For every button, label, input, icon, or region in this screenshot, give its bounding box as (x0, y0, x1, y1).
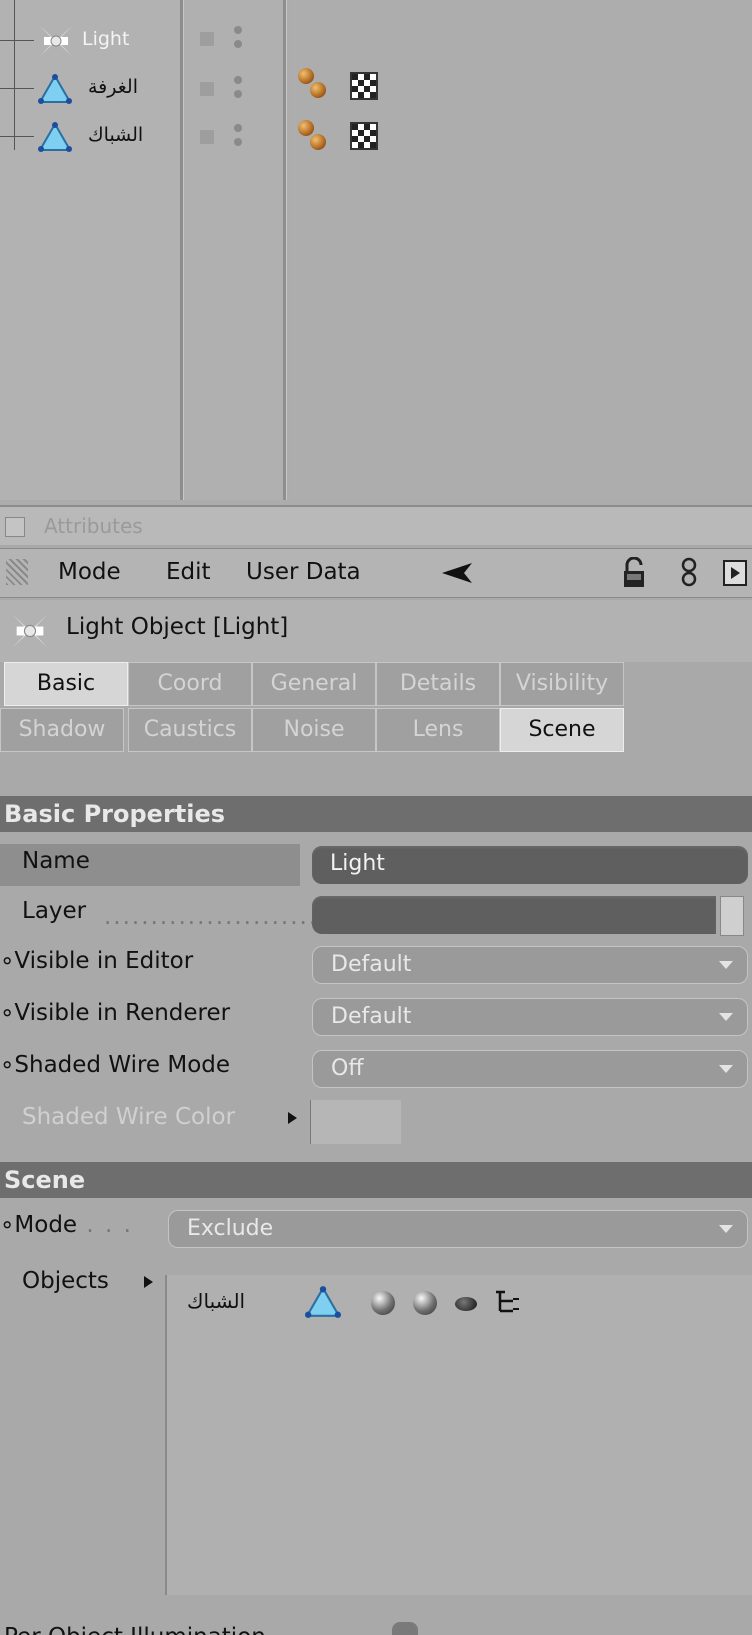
polygon-object-icon (305, 1286, 341, 1318)
object-title: Light Object [Light] (66, 614, 289, 640)
property-visible-renderer: ∘Visible in Renderer Default (0, 994, 752, 1040)
chevron-down-icon (719, 1065, 733, 1073)
shaded-wire-label: ∘Shaded Wire Mode (0, 1052, 231, 1078)
objects-label: Objects (22, 1268, 109, 1294)
layer-label: Layer (22, 898, 87, 924)
light-icon (12, 614, 48, 648)
tab-details[interactable]: Details (376, 662, 500, 706)
tab-caustics[interactable]: Caustics (128, 708, 252, 752)
menu-edit[interactable]: Edit (166, 559, 211, 585)
layer-toggle-icon[interactable] (200, 82, 214, 96)
new-panel-icon[interactable] (722, 559, 748, 587)
property-per-object-illumination: Per Object Illumination (0, 1612, 752, 1635)
tab-visibility[interactable]: Visibility (500, 662, 624, 706)
layer-toggle-icon[interactable] (200, 32, 214, 46)
layer-spinner-icon[interactable] (720, 896, 744, 936)
visible-renderer-select[interactable]: Default (312, 998, 748, 1036)
editor-visibility-dot[interactable] (234, 26, 242, 34)
link-icon[interactable] (680, 557, 698, 589)
texture-tag-icon[interactable] (350, 122, 378, 150)
material-tag-icon[interactable] (310, 134, 326, 150)
mode-select[interactable]: Exclude (168, 1210, 748, 1248)
visible-editor-select[interactable]: Default (312, 946, 748, 984)
object-name: الغرفة (88, 76, 138, 98)
lock-icon[interactable] (622, 557, 646, 589)
grip-icon[interactable] (6, 559, 28, 585)
object-name: Light (82, 28, 130, 50)
tab-noise[interactable]: Noise (252, 708, 376, 752)
color-swatch[interactable] (310, 1100, 401, 1144)
name-label: Name (22, 848, 90, 874)
checkbox[interactable] (392, 1622, 418, 1635)
per-object-illumination-label: Per Object Illumination (4, 1624, 266, 1635)
shaded-wire-color-label: Shaded Wire Color (22, 1104, 236, 1130)
mode-label: ∘Mode . . . (0, 1212, 133, 1238)
expand-arrow-icon[interactable] (288, 1112, 297, 1124)
tab-shadow[interactable]: Shadow (0, 708, 124, 752)
texture-tag-icon[interactable] (350, 72, 378, 100)
object-name: الشباك (88, 124, 144, 146)
shaded-wire-select[interactable]: Off (312, 1050, 748, 1088)
column-divider[interactable] (283, 0, 286, 500)
back-arrow-icon[interactable] (440, 561, 474, 585)
layer-toggle-icon[interactable] (200, 130, 214, 144)
tab-basic[interactable]: Basic (4, 662, 128, 706)
chevron-down-icon (719, 1013, 733, 1021)
material-tag-icon[interactable] (310, 82, 326, 98)
polygon-object-icon (38, 122, 72, 152)
attributes-panel-header: Attributes (0, 507, 752, 545)
object-row-window[interactable]: الشباك (0, 116, 180, 156)
list-item[interactable]: الشباك (167, 1275, 752, 1327)
object-flags-column (183, 0, 283, 500)
attributes-menubar: Mode Edit User Data (0, 548, 752, 598)
property-visible-editor: ∘Visible in Editor Default (0, 942, 752, 988)
illumination-toggle-icon[interactable] (371, 1291, 395, 1315)
shadow-casting-icon[interactable] (455, 1297, 477, 1311)
object-row-room[interactable]: الغرفة (0, 68, 180, 108)
material-tag-icon[interactable] (298, 68, 314, 84)
render-visibility-dot[interactable] (234, 90, 242, 98)
section-scene[interactable]: Scene (0, 1162, 752, 1198)
expand-arrow-icon[interactable] (144, 1276, 153, 1288)
objects-list[interactable]: الشباك (165, 1275, 752, 1595)
property-mode: ∘Mode . . . Exclude (0, 1206, 752, 1252)
material-tag-icon[interactable] (298, 120, 314, 136)
section-basic-properties[interactable]: Basic Properties (0, 796, 752, 832)
tab-general[interactable]: General (252, 662, 376, 706)
panel-menu-icon[interactable] (5, 517, 25, 537)
editor-visibility-dot[interactable] (234, 76, 242, 84)
label-dots: ......................... (104, 904, 337, 930)
polygon-object-icon (38, 74, 72, 104)
property-shaded-wire-color: Shaded Wire Color (0, 1098, 752, 1144)
visible-renderer-label: ∘Visible in Renderer (0, 1000, 231, 1026)
object-row-light[interactable]: Light (0, 20, 180, 60)
light-icon (40, 26, 72, 56)
render-visibility-dot[interactable] (234, 138, 242, 146)
layer-field[interactable] (312, 896, 716, 934)
editor-visibility-dot[interactable] (234, 124, 242, 132)
panel-title: Attributes (44, 514, 143, 538)
name-field[interactable]: Light (312, 846, 748, 884)
render-visibility-dot[interactable] (234, 40, 242, 48)
tab-lens[interactable]: Lens (376, 708, 500, 752)
shadow-toggle-icon[interactable] (413, 1291, 437, 1315)
visible-editor-label: ∘Visible in Editor (0, 948, 194, 974)
menu-mode[interactable]: Mode (58, 559, 121, 585)
tab-scene[interactable]: Scene (500, 708, 624, 752)
tab-coord[interactable]: Coord (128, 662, 252, 706)
attribute-tabs: Basic Coord General Details Visibility S… (0, 662, 644, 758)
object-header: Light Object [Light] (0, 600, 752, 662)
chevron-down-icon (719, 961, 733, 969)
chevron-down-icon (719, 1225, 733, 1233)
hierarchy-icon[interactable] (493, 1289, 521, 1315)
list-item-name: الشباك (187, 1289, 246, 1313)
property-name: Name Light (0, 842, 752, 888)
property-shaded-wire-mode: ∘Shaded Wire Mode Off (0, 1046, 752, 1092)
column-divider[interactable] (180, 0, 183, 500)
object-manager: Light الغرفة الشباك (0, 0, 752, 507)
menu-user-data[interactable]: User Data (246, 559, 361, 585)
property-layer: Layer ......................... (0, 892, 752, 938)
